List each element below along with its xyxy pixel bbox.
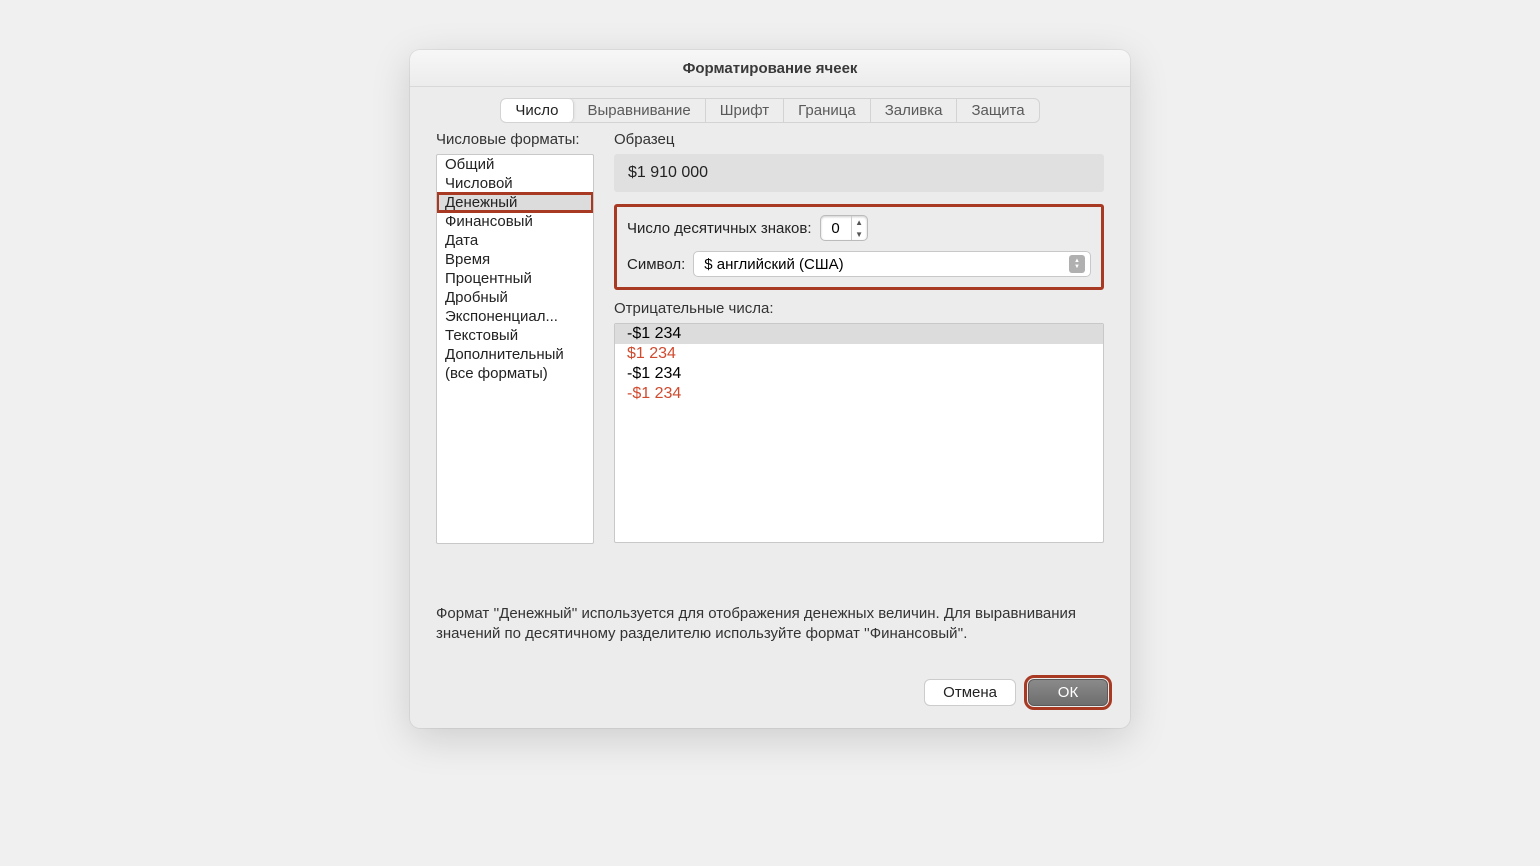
category-item[interactable]: Общий xyxy=(437,155,593,174)
negative-option[interactable]: -$1 234 xyxy=(615,384,1103,404)
category-item[interactable]: Финансовый xyxy=(437,212,593,231)
symbol-dropdown[interactable]: $ английский (США) ▲▼ xyxy=(693,251,1091,277)
currency-options-panel: Число десятичных знаков: ▲ ▼ Символ: xyxy=(614,204,1104,290)
symbol-value: $ английский (США) xyxy=(704,256,843,273)
format-cells-dialog: Форматирование ячеек Число Выравнивание … xyxy=(410,50,1130,728)
dialog-buttons: Отмена ОК xyxy=(410,663,1130,728)
format-description: Формат ''Денежный'' используется для ото… xyxy=(436,604,1104,645)
negative-numbers-list[interactable]: -$1 234 $1 234 -$1 234 -$1 234 xyxy=(614,323,1104,543)
category-item[interactable]: Дополнительный xyxy=(437,345,593,364)
category-item[interactable]: Текстовый xyxy=(437,326,593,345)
stepper-up-icon[interactable]: ▲ xyxy=(852,216,867,228)
category-item[interactable]: Числовой xyxy=(437,174,593,193)
negative-option[interactable]: -$1 234 xyxy=(615,324,1103,344)
tab-alignment[interactable]: Выравнивание xyxy=(574,99,706,122)
tab-bar: Число Выравнивание Шрифт Граница Заливка… xyxy=(410,87,1130,123)
category-item[interactable]: Процентный xyxy=(437,269,593,288)
tab-number[interactable]: Число xyxy=(501,99,573,122)
ok-button[interactable]: ОК xyxy=(1028,679,1108,706)
tab-font[interactable]: Шрифт xyxy=(706,99,784,122)
sample-value: $1 910 000 xyxy=(614,154,1104,192)
category-list[interactable]: Общий Числовой Денежный Финансовый Дата … xyxy=(436,154,594,544)
cancel-button[interactable]: Отмена xyxy=(924,679,1016,706)
decimals-label: Число десятичных знаков: xyxy=(627,220,812,237)
dropdown-chevron-icon: ▲▼ xyxy=(1069,255,1085,273)
category-item[interactable]: (все форматы) xyxy=(437,364,593,383)
category-item[interactable]: Дата xyxy=(437,231,593,250)
tab-border[interactable]: Граница xyxy=(784,99,871,122)
negative-option[interactable]: -$1 234 xyxy=(615,364,1103,384)
category-item[interactable]: Экспоненциал... xyxy=(437,307,593,326)
categories-label: Числовые форматы: xyxy=(436,131,594,148)
tab-fill[interactable]: Заливка xyxy=(871,99,958,122)
symbol-label: Символ: xyxy=(627,256,685,273)
negative-label: Отрицательные числа: xyxy=(614,300,1104,317)
stepper-down-icon[interactable]: ▼ xyxy=(852,228,867,240)
dialog-title: Форматирование ячеек xyxy=(410,50,1130,87)
category-item[interactable]: Время xyxy=(437,250,593,269)
decimals-stepper[interactable]: ▲ ▼ xyxy=(820,215,868,241)
sample-label: Образец xyxy=(614,131,1104,148)
decimals-input[interactable] xyxy=(821,220,851,237)
category-item-currency[interactable]: Денежный xyxy=(437,193,593,212)
negative-option[interactable]: $1 234 xyxy=(615,344,1103,364)
category-item[interactable]: Дробный xyxy=(437,288,593,307)
tab-protection[interactable]: Защита xyxy=(957,99,1038,122)
